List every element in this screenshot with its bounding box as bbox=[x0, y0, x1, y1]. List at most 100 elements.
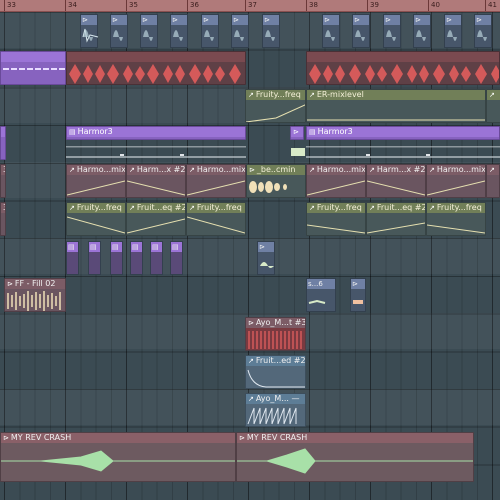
hit-clip[interactable]: ⊳ bbox=[170, 14, 188, 48]
pattern-icon: ▤ bbox=[309, 128, 316, 136]
hit-clip[interactable]: s...6 bbox=[306, 278, 336, 312]
clip-label: Harmor3 bbox=[77, 127, 113, 136]
waveform-icon: ⊳ bbox=[239, 434, 245, 442]
automation-icon: ↗ bbox=[69, 166, 75, 174]
bar-number[interactable]: 38 bbox=[306, 0, 367, 11]
clip-label: 3 bbox=[3, 203, 5, 212]
pattern-clip-harmor3[interactable]: ▤ Harmor3 bbox=[66, 126, 246, 140]
clip-label: Harmo...mix bbox=[316, 165, 365, 174]
automation-icon: ↗ bbox=[189, 204, 195, 212]
hit-clip[interactable]: ⊳ bbox=[444, 14, 462, 48]
waveform-icon: ⊳ bbox=[3, 434, 9, 442]
pattern-hit[interactable]: ▤ bbox=[150, 241, 163, 275]
automation-clip[interactable]: ↗ Fruity...freq bbox=[426, 202, 486, 236]
pattern-hit[interactable]: ▤ bbox=[130, 241, 143, 275]
automation-icon: ↗ bbox=[248, 357, 254, 365]
bar-number[interactable]: 35 bbox=[126, 0, 187, 11]
audio-clip[interactable]: ⊳ _be..cmin bbox=[246, 164, 306, 198]
automation-clip[interactable]: ↗ Harmo...mix bbox=[426, 164, 486, 198]
pattern-clip[interactable]: ⊳ bbox=[290, 126, 304, 140]
automation-clip[interactable]: 3 bbox=[0, 164, 6, 198]
hit-clip[interactable]: ⊳ bbox=[257, 241, 275, 275]
bar-number[interactable]: 37 bbox=[245, 0, 306, 11]
clip-label: Fruity...freq bbox=[316, 203, 362, 212]
automation-icon: ↗ bbox=[429, 166, 435, 174]
audio-clip-header bbox=[307, 52, 499, 62]
pattern-hit[interactable]: ▤ bbox=[88, 241, 101, 275]
pattern-hit[interactable]: ▤ bbox=[110, 241, 123, 275]
hit-clip[interactable]: ⊳ bbox=[231, 14, 249, 48]
timeline-ruler[interactable]: 33 34 35 36 37 38 39 40 41 bbox=[0, 0, 500, 12]
clip-label: _be..cmin bbox=[256, 165, 296, 174]
hit-clip[interactable]: ⊳ bbox=[80, 14, 99, 48]
automation-clip[interactable]: ↗ Fruity...freq bbox=[306, 202, 366, 236]
automation-icon: ↗ bbox=[489, 91, 495, 99]
audio-clip[interactable]: ⊳ FF - Fill 02 bbox=[4, 278, 66, 312]
clip-label: Fruity...freq bbox=[196, 203, 242, 212]
bar-number[interactable]: 33 bbox=[4, 0, 65, 11]
bar-number[interactable]: 39 bbox=[367, 0, 428, 11]
pattern-clip[interactable] bbox=[0, 126, 6, 160]
clip-label: Fruity...freq bbox=[436, 203, 482, 212]
hit-clip[interactable]: ⊳ bbox=[350, 278, 366, 312]
hit-clip[interactable]: ⊳ bbox=[110, 14, 128, 48]
playlist-area[interactable]: ⊳ ⊳ ⊳ ⊳ ⊳ ⊳ ⊳ ⊳ ⊳ ⊳ ⊳ ⊳ ⊳ ↗ Fruity...fre… bbox=[0, 12, 500, 500]
hit-clip[interactable]: ⊳ bbox=[262, 14, 280, 48]
automation-clip[interactable]: ↗ Harmo...mix bbox=[186, 164, 246, 198]
bar-number[interactable]: 40 bbox=[428, 0, 485, 11]
pattern-icon: ▤ bbox=[131, 242, 142, 252]
clip-label: s...6 bbox=[308, 280, 323, 288]
audio-clip-red[interactable] bbox=[306, 51, 500, 85]
automation-icon: ↗ bbox=[489, 166, 495, 174]
pattern-clip-harmor3[interactable]: ▤ Harmor3 bbox=[306, 126, 500, 140]
waveform-icon: ⊳ bbox=[258, 242, 274, 252]
pattern-hit[interactable]: ▤ bbox=[170, 241, 183, 275]
mini-clip[interactable] bbox=[291, 148, 305, 156]
clip-label: Fruit...eq #2 bbox=[376, 203, 425, 212]
automation-clip[interactable]: ↗ Fruit...ed #2 bbox=[245, 355, 306, 389]
automation-icon: ↗ bbox=[309, 204, 315, 212]
hit-clip[interactable]: ⊳ bbox=[383, 14, 401, 48]
pattern-clip[interactable] bbox=[0, 51, 66, 85]
bar-number[interactable]: 34 bbox=[65, 0, 126, 11]
clip-label: Harmor3 bbox=[317, 127, 353, 136]
automation-clip[interactable]: ↗ Harmo...mix bbox=[306, 164, 366, 198]
bar-number[interactable]: 41 bbox=[485, 0, 500, 11]
automation-clip[interactable]: ↗ Harmo...mix bbox=[66, 164, 126, 198]
pattern-clip-header bbox=[1, 52, 65, 62]
clip-label: Harmo...mix bbox=[76, 165, 125, 174]
hit-clip[interactable]: ⊳ bbox=[140, 14, 158, 48]
automation-clip[interactable]: ↗ bbox=[486, 89, 500, 123]
automation-icon: ↗ bbox=[248, 395, 254, 403]
clip-label: FF - Fill 02 bbox=[14, 279, 56, 288]
hit-clip[interactable]: ⊳ bbox=[322, 14, 340, 48]
automation-icon: ↗ bbox=[248, 91, 254, 99]
automation-clip[interactable]: 3 bbox=[0, 202, 6, 236]
pattern-icon: ▤ bbox=[151, 242, 162, 252]
automation-clip[interactable]: ↗ Harm...x #2 bbox=[126, 164, 186, 198]
automation-clip[interactable]: ↗ Harm...x #2 bbox=[366, 164, 426, 198]
waveform-icon: ⊳ bbox=[351, 279, 365, 289]
automation-clip[interactable]: ↗ ER-mixlevel bbox=[306, 89, 486, 123]
hit-clip[interactable]: ⊳ bbox=[474, 14, 492, 48]
audio-clip[interactable]: ⊳ Ayo_M...t #3 bbox=[245, 317, 306, 351]
automation-clip[interactable]: ↗ Ayo_M... — bbox=[245, 393, 306, 427]
automation-clip[interactable]: ↗ Fruit...eq #2 bbox=[366, 202, 426, 236]
bar-number[interactable]: 36 bbox=[187, 0, 248, 11]
audio-clip-rev-crash[interactable]: ⊳ MY REV CRASH bbox=[236, 432, 474, 482]
hit-clip[interactable]: ⊳ bbox=[201, 14, 219, 48]
audio-clip-red[interactable] bbox=[66, 51, 246, 85]
hit-clip[interactable]: ⊳ bbox=[352, 14, 370, 48]
automation-clip[interactable]: ↗ Fruity...freq bbox=[186, 202, 246, 236]
clip-label: Harm...x #2 bbox=[136, 165, 185, 174]
clip-label: MY REV CRASH bbox=[10, 433, 72, 442]
pattern-hit[interactable]: ▤ bbox=[66, 241, 79, 275]
automation-clip[interactable]: ↗ Fruity...freq bbox=[66, 202, 126, 236]
hit-clip[interactable]: ⊳ bbox=[413, 14, 431, 48]
automation-clip[interactable]: ↗ bbox=[486, 164, 500, 198]
automation-clip[interactable]: ↗ Fruit...eq #2 bbox=[126, 202, 186, 236]
automation-clip[interactable]: ↗ Fruity...freq bbox=[245, 89, 306, 123]
audio-clip-rev-crash[interactable]: ⊳ MY REV CRASH bbox=[0, 432, 236, 482]
pattern-icon: ▤ bbox=[89, 242, 100, 252]
automation-icon: ↗ bbox=[309, 166, 315, 174]
